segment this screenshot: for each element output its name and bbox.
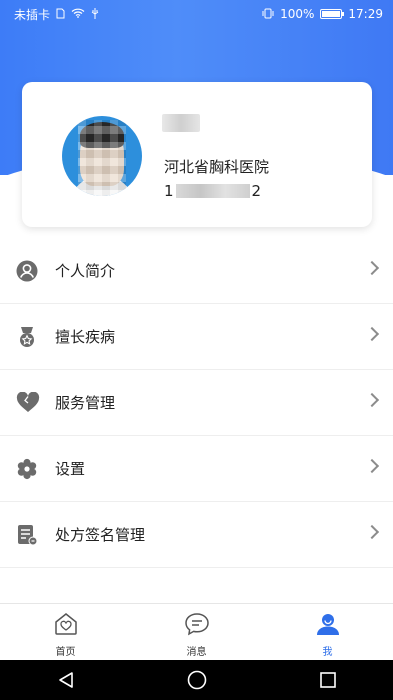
- chevron-right-icon: [364, 260, 380, 276]
- recents-icon[interactable]: [298, 660, 358, 700]
- chevron-right-icon: [364, 524, 380, 540]
- menu-item-settings[interactable]: 设置: [0, 436, 393, 502]
- avatar[interactable]: [62, 116, 142, 196]
- phone-number: 1 2: [164, 182, 261, 200]
- menu-item-label: 服务管理: [55, 394, 116, 412]
- doctor-name-redacted: [162, 114, 200, 132]
- medal-icon: [16, 326, 38, 348]
- menu-item-specialty[interactable]: 擅长疾病: [0, 304, 393, 370]
- vibrate-icon: [262, 8, 274, 21]
- menu-item-profile-intro[interactable]: 个人简介: [0, 238, 393, 304]
- heart-icon: [16, 391, 40, 414]
- tab-label: 首页: [55, 647, 76, 658]
- menu-item-label: 设置: [55, 460, 86, 478]
- home-circle-icon[interactable]: [167, 660, 227, 700]
- hospital-name: 河北省胸科医院: [164, 158, 270, 176]
- menu-item-label: 个人简介: [55, 262, 116, 280]
- tab-label: 消息: [186, 647, 207, 658]
- message-icon: [184, 612, 210, 636]
- menu-item-label: 擅长疾病: [55, 328, 116, 346]
- chevron-right-icon: [364, 458, 380, 474]
- status-right: 100% 17:29: [262, 7, 383, 21]
- bottom-tab-bar: 首页 消息 我: [0, 603, 393, 660]
- carrier-text: 未插卡: [14, 7, 51, 22]
- phone-suffix: 2: [251, 182, 262, 200]
- avatar-mosaic: [78, 120, 126, 196]
- menu-item-prescription-signature[interactable]: 处方签名管理: [0, 502, 393, 568]
- back-icon[interactable]: [36, 660, 96, 700]
- phone-prefix: 1: [164, 182, 174, 200]
- status-left: 未插卡: [14, 6, 99, 23]
- battery-percent: 100%: [280, 7, 315, 21]
- status-bar: 未插卡 100% 17:29: [0, 0, 393, 28]
- chevron-right-icon: [364, 326, 380, 342]
- tab-home[interactable]: 首页: [0, 604, 131, 660]
- chevron-right-icon: [364, 392, 380, 408]
- home-icon: [53, 612, 79, 636]
- sim-icon: [56, 8, 65, 21]
- tab-label: 我: [322, 647, 333, 658]
- gear-icon: [16, 458, 38, 480]
- battery-icon: [320, 9, 345, 19]
- wifi-icon: [71, 8, 85, 20]
- clock-time: 17:29: [348, 7, 383, 21]
- tab-messages[interactable]: 消息: [131, 604, 262, 660]
- person-icon: [16, 260, 38, 282]
- menu-list: 个人简介 擅长疾病 服务管理 设置 处方签名管理: [0, 238, 393, 568]
- profile-screen: 未插卡 100% 17:29 河北省胸科医院 1 2 个人简介 擅长疾病 服务管…: [0, 0, 393, 700]
- phone-redacted: [175, 184, 250, 198]
- prescription-icon: [16, 524, 38, 546]
- profile-card[interactable]: 河北省胸科医院 1 2: [22, 82, 372, 227]
- usb-icon: [91, 7, 99, 21]
- system-nav-bar: [0, 660, 393, 700]
- user-icon: [315, 612, 341, 636]
- menu-item-service-management[interactable]: 服务管理: [0, 370, 393, 436]
- menu-item-label: 处方签名管理: [55, 526, 146, 544]
- tab-me[interactable]: 我: [262, 604, 393, 660]
